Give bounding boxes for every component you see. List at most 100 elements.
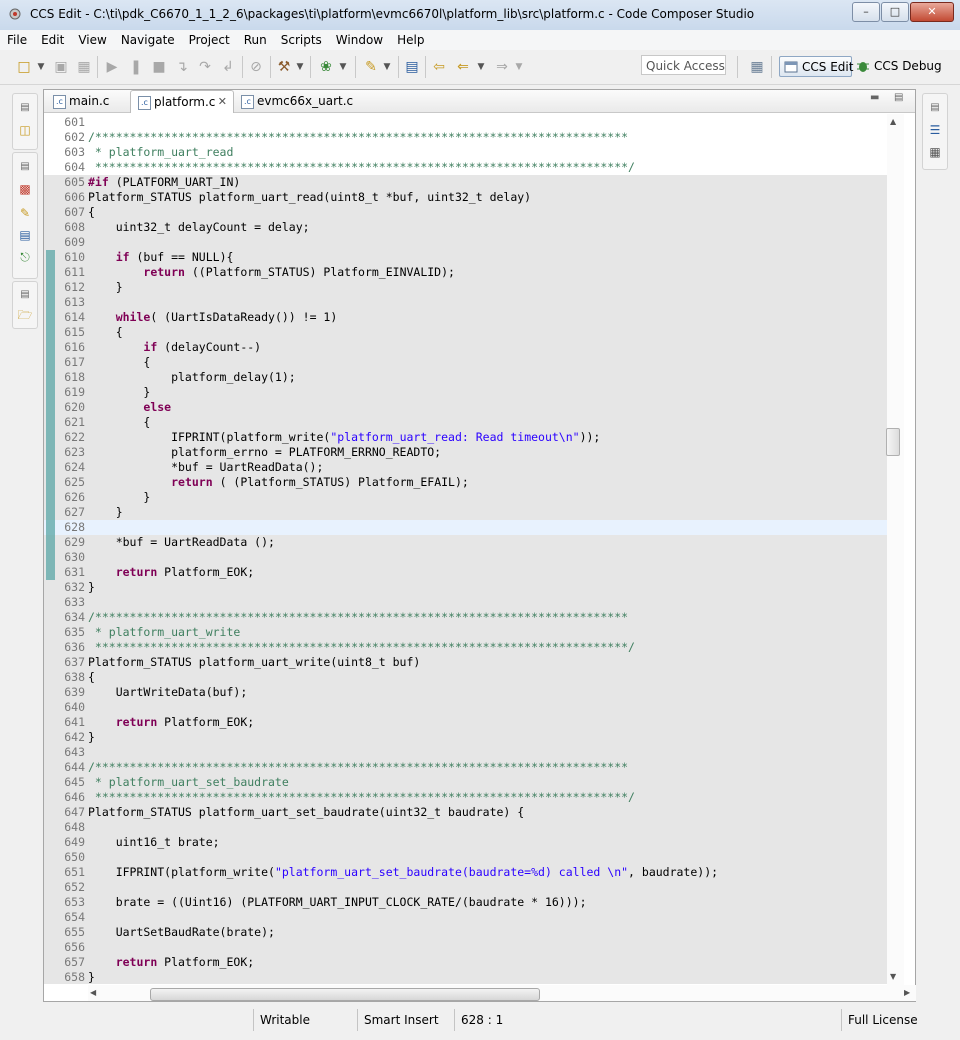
menu-help[interactable]: Help [390, 30, 431, 50]
code-line[interactable]: 643 [44, 745, 887, 760]
code-line[interactable]: 619 } [44, 385, 887, 400]
vertical-scroll-thumb[interactable] [886, 428, 900, 456]
code-line[interactable]: 652 [44, 880, 887, 895]
code-line[interactable]: 640 [44, 700, 887, 715]
code-line[interactable]: 609 [44, 235, 887, 250]
save-icon[interactable]: ▣ [52, 57, 70, 77]
tab-evmc66x-uart-c[interactable]: .c evmc66x_uart.c [234, 90, 354, 112]
code-line[interactable]: 634/************************************… [44, 610, 887, 625]
code-line[interactable]: 651 IFPRINT(platform_write("platform_uar… [44, 865, 887, 880]
code-line[interactable]: 622 IFPRINT(platform_write("platform_uar… [44, 430, 887, 445]
code-line[interactable]: 638{ [44, 670, 887, 685]
vertical-scrollbar[interactable] [887, 114, 904, 987]
restore-icon[interactable]: ▤ [927, 100, 943, 116]
new-dropdown-icon[interactable]: ▼ [35, 57, 47, 77]
skip-breakpoints-icon[interactable]: ⊘ [247, 57, 265, 77]
project-explorer-icon[interactable]: ◫ [17, 122, 33, 138]
menu-view[interactable]: View [71, 30, 113, 50]
code-line[interactable]: 633 [44, 595, 887, 610]
breakpoints-icon[interactable]: ✎ [17, 205, 33, 221]
code-line[interactable]: 613 [44, 295, 887, 310]
code-text-area[interactable]: 601 602/*********************************… [44, 114, 887, 984]
code-line[interactable]: 614 while( (UartIsDataReady()) != 1) [44, 310, 887, 325]
save-all-icon[interactable]: ▦ [75, 57, 93, 77]
back-dropdown-icon[interactable]: ▼ [475, 57, 487, 77]
code-line[interactable]: 639 UartWriteData(buf); [44, 685, 887, 700]
scroll-left-arrow-icon[interactable]: ◀ [90, 988, 96, 997]
code-line[interactable]: 610 if (buf == NULL){ [44, 250, 887, 265]
menu-edit[interactable]: Edit [34, 30, 71, 50]
maximize-editor-icon[interactable]: ▤ [894, 92, 903, 103]
problems-icon[interactable]: ▦ [927, 144, 943, 160]
code-line[interactable]: 641 return Platform_EOK; [44, 715, 887, 730]
menu-run[interactable]: Run [237, 30, 274, 50]
build-hammer-icon[interactable]: ⚒ [275, 57, 293, 77]
memory-browser-icon[interactable]: ▩ [17, 181, 33, 197]
code-line[interactable]: 604 ************************************… [44, 160, 887, 175]
code-line[interactable]: 606 Platform_STATUS platform_uart_read(ui… [44, 190, 887, 205]
menu-project[interactable]: Project [182, 30, 237, 50]
code-line[interactable]: 616 if (delayCount--) [44, 340, 887, 355]
code-line[interactable]: 657 return Platform_EOK; [44, 955, 887, 970]
code-line[interactable]: 615 { [44, 325, 887, 340]
code-line[interactable]: 632} [44, 580, 887, 595]
code-line[interactable]: 625 return ( (Platform_STATUS) Platform_… [44, 475, 887, 490]
step-over-icon[interactable]: ↷ [196, 57, 214, 77]
registers-icon[interactable]: ⎋ [17, 249, 33, 265]
code-line[interactable]: 620 else [44, 400, 887, 415]
open-perspective-icon[interactable]: ▦ [748, 57, 766, 77]
restore-icon[interactable]: ▤ [17, 100, 33, 116]
code-line[interactable]: 647 Platform_STATUS platform_uart_set_bau… [44, 805, 887, 820]
code-line[interactable]: 628 [44, 520, 887, 535]
code-line[interactable]: 654 [44, 910, 887, 925]
code-line[interactable]: 605 #if (PLATFORM_UART_IN) [44, 175, 887, 190]
scroll-right-arrow-icon[interactable]: ▶ [904, 988, 910, 997]
back-icon[interactable]: ⇐ [454, 57, 472, 77]
forward-dropdown-icon[interactable]: ▼ [513, 57, 525, 77]
quick-access-input[interactable]: Quick Access [641, 55, 726, 75]
code-line[interactable]: 645 * platform_uart_set_baudrate [44, 775, 887, 790]
menu-file[interactable]: File [0, 30, 34, 50]
new-icon[interactable]: □ [14, 57, 34, 77]
code-line[interactable]: 621 { [44, 415, 887, 430]
code-line[interactable]: 635 * platform_uart_write [44, 625, 887, 640]
code-line[interactable]: 655 UartSetBaudRate(brate); [44, 925, 887, 940]
code-line[interactable]: 602/************************************… [44, 130, 887, 145]
show-whitespace-icon[interactable]: ▤ [403, 57, 421, 77]
restore-icon[interactable]: ▤ [17, 159, 33, 175]
code-line[interactable]: 623 platform_errno = PLATFORM_ERRNO_READ… [44, 445, 887, 460]
suspend-icon[interactable]: ❚ [127, 57, 145, 77]
code-line[interactable]: 611 return ((Platform_STATUS) Platform_E… [44, 265, 887, 280]
resume-icon[interactable]: ▶ [103, 57, 121, 77]
code-line[interactable]: 630 [44, 550, 887, 565]
scroll-up-arrow-icon[interactable]: ▲ [890, 117, 896, 126]
horizontal-scroll-thumb[interactable] [150, 988, 540, 1001]
code-line[interactable]: 646 ************************************… [44, 790, 887, 805]
flash-dropdown-icon[interactable]: ▼ [381, 57, 393, 77]
outline-icon[interactable]: ☰ [927, 122, 943, 138]
code-line[interactable]: 626 } [44, 490, 887, 505]
tab-main-c[interactable]: .c main.c [46, 90, 130, 112]
scroll-down-arrow-icon[interactable]: ▼ [890, 972, 896, 981]
restore-icon[interactable]: ▤ [17, 287, 33, 303]
folder-open-icon[interactable]: 🗁 [17, 307, 33, 323]
menu-window[interactable]: Window [329, 30, 390, 50]
code-line[interactable]: 601 [44, 115, 887, 130]
code-line[interactable]: 656 [44, 940, 887, 955]
menu-scripts[interactable]: Scripts [274, 30, 329, 50]
debug-dropdown-icon[interactable]: ▼ [337, 57, 349, 77]
maximize-button[interactable]: □ [881, 2, 909, 22]
code-line[interactable]: 627 } [44, 505, 887, 520]
perspective-ccs-debug[interactable]: CCS Debug [852, 56, 942, 77]
step-return-icon[interactable]: ↲ [219, 57, 237, 77]
tab-platform-c[interactable]: .c platform.c ✕ [130, 90, 234, 113]
code-line[interactable]: 612 } [44, 280, 887, 295]
forward-icon[interactable]: ⇒ [493, 57, 511, 77]
code-line[interactable]: 636 ************************************… [44, 640, 887, 655]
code-line[interactable]: 648 [44, 820, 887, 835]
minimize-button[interactable]: – [852, 2, 880, 22]
code-line[interactable]: 653 brate = ((Uint16) (PLATFORM_UART_INP… [44, 895, 887, 910]
code-line[interactable]: 649 uint16_t brate; [44, 835, 887, 850]
code-line[interactable]: 617 { [44, 355, 887, 370]
code-line[interactable]: 629 *buf = UartReadData (); [44, 535, 887, 550]
